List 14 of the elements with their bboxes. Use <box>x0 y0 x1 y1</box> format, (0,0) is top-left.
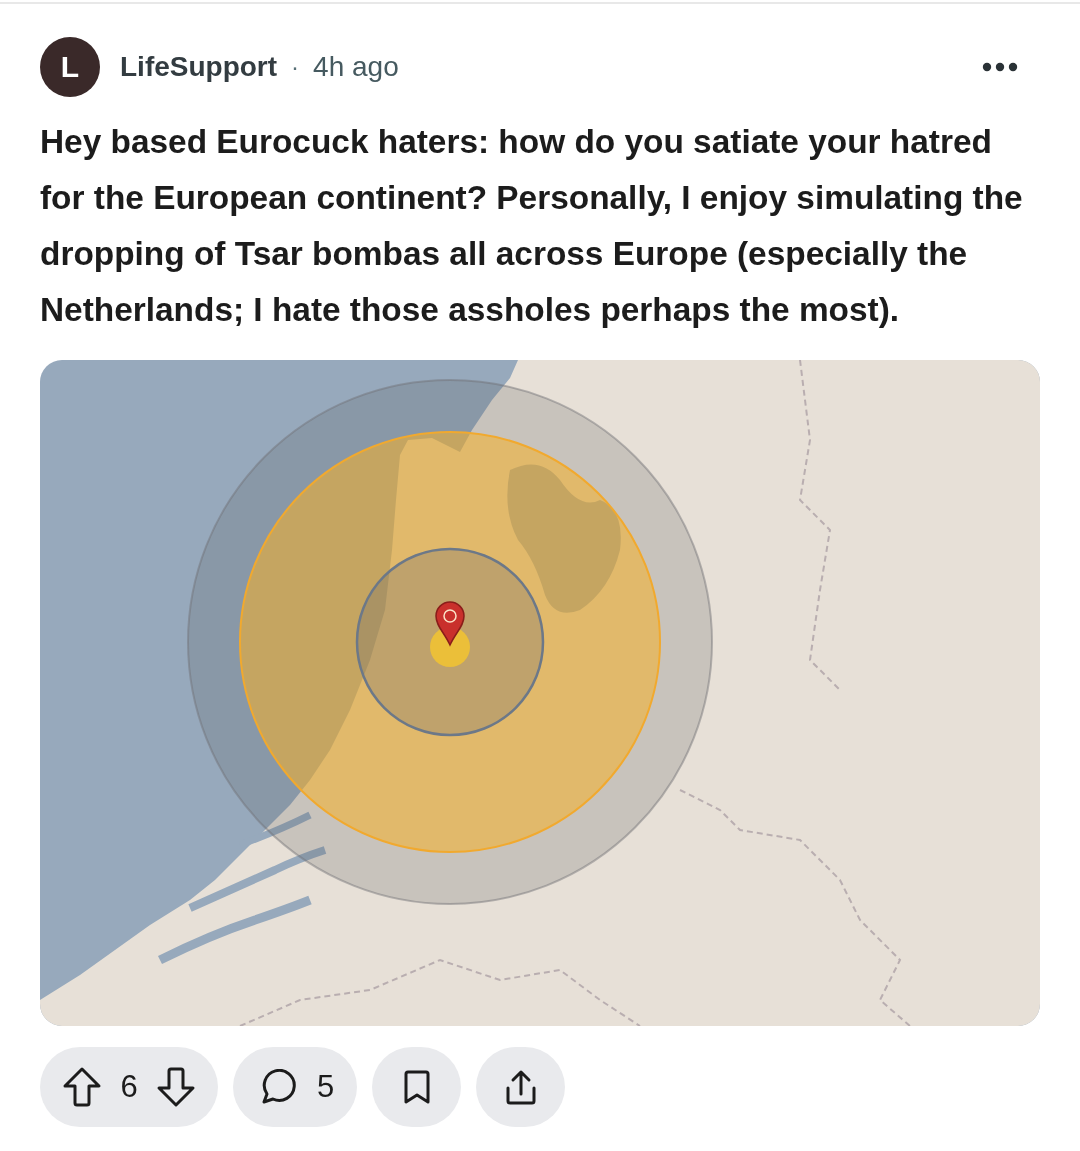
downvote-icon <box>156 1066 196 1108</box>
upvote-icon <box>62 1066 102 1108</box>
comments-button[interactable]: 5 <box>233 1047 357 1127</box>
avatar[interactable]: L <box>40 37 100 97</box>
post-time: 4h ago <box>313 51 399 83</box>
share-icon <box>504 1068 537 1106</box>
more-icon <box>982 62 1018 72</box>
vote-score: 6 <box>120 1069 138 1105</box>
username-link[interactable]: LifeSupport <box>120 51 278 83</box>
post-title: Hey based Eurocuck haters: how do you satiate your hatred for the European continent? Personally, I enjoy simulating the dropping of Tsar bombas all across Europe (especially the Netherlands; I hate those assholes perhaps the most). <box>40 122 1024 330</box>
downvote-button[interactable] <box>156 1066 196 1108</box>
bookmark-icon <box>402 1069 431 1105</box>
upvote-button[interactable] <box>62 1066 102 1108</box>
separator-dot: · <box>291 53 300 81</box>
